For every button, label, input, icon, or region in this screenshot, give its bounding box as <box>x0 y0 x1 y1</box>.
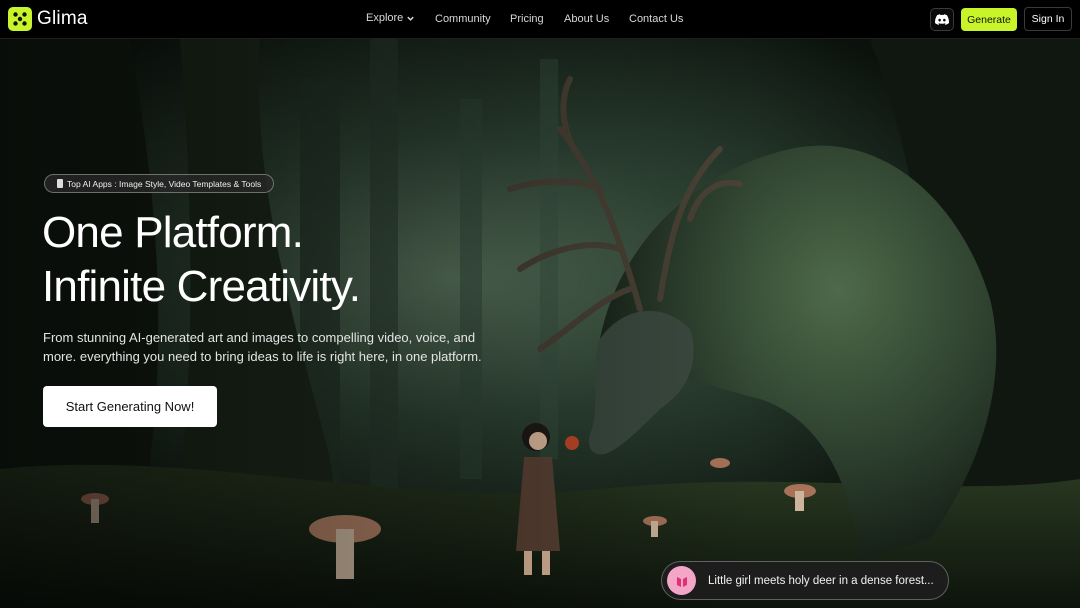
nav-about-us-label: About Us <box>564 13 610 25</box>
document-icon <box>57 179 63 188</box>
hero-subtext: From stunning AI-generated art and image… <box>43 330 482 364</box>
prompt-text: Little girl meets holy deer in a dense f… <box>708 574 934 587</box>
nav-contact-us-label: Contact Us <box>629 13 684 25</box>
nav-explore-label: Explore <box>366 12 404 24</box>
nav-community-label: Community <box>435 13 491 25</box>
discord-button[interactable] <box>930 8 954 31</box>
nav-pricing-label: Pricing <box>510 13 544 25</box>
nav-pricing[interactable]: Pricing <box>510 13 544 25</box>
badge-label: Top AI Apps : Image Style, Video Templat… <box>67 178 262 189</box>
discord-icon <box>935 14 949 25</box>
nav-about-us[interactable]: About Us <box>564 13 609 25</box>
hero-headline: One Platform. Infinite Creativity. <box>42 206 361 314</box>
hero-section <box>0 39 1080 608</box>
nav-explore[interactable]: Explore <box>366 12 415 24</box>
sign-in-button[interactable]: Sign In <box>1024 7 1072 31</box>
main-nav: Explore Community Pricing About Us Conta… <box>0 0 1080 39</box>
top-header: Glima Explore Community Pricing About Us… <box>0 0 1080 39</box>
glima-logo-icon <box>8 7 32 31</box>
prompt-preview-pill[interactable]: Little girl meets holy deer in a dense f… <box>661 561 949 600</box>
brand-name: Glima <box>37 8 88 29</box>
chevron-down-icon <box>407 16 415 21</box>
headline-line-2: Infinite Creativity. <box>42 262 361 311</box>
hero-overlay <box>0 39 1080 608</box>
generate-button[interactable]: Generate <box>961 8 1017 31</box>
brand-logo-link[interactable]: Glima <box>8 7 88 31</box>
headline-line-1: One Platform. <box>42 208 304 257</box>
nav-community[interactable]: Community <box>435 13 491 25</box>
nav-contact-us[interactable]: Contact Us <box>629 13 683 25</box>
top-ai-apps-badge[interactable]: Top AI Apps : Image Style, Video Templat… <box>44 174 275 193</box>
prompt-thumbnail-icon <box>667 566 696 595</box>
start-generating-button[interactable]: Start Generating Now! <box>43 386 217 427</box>
